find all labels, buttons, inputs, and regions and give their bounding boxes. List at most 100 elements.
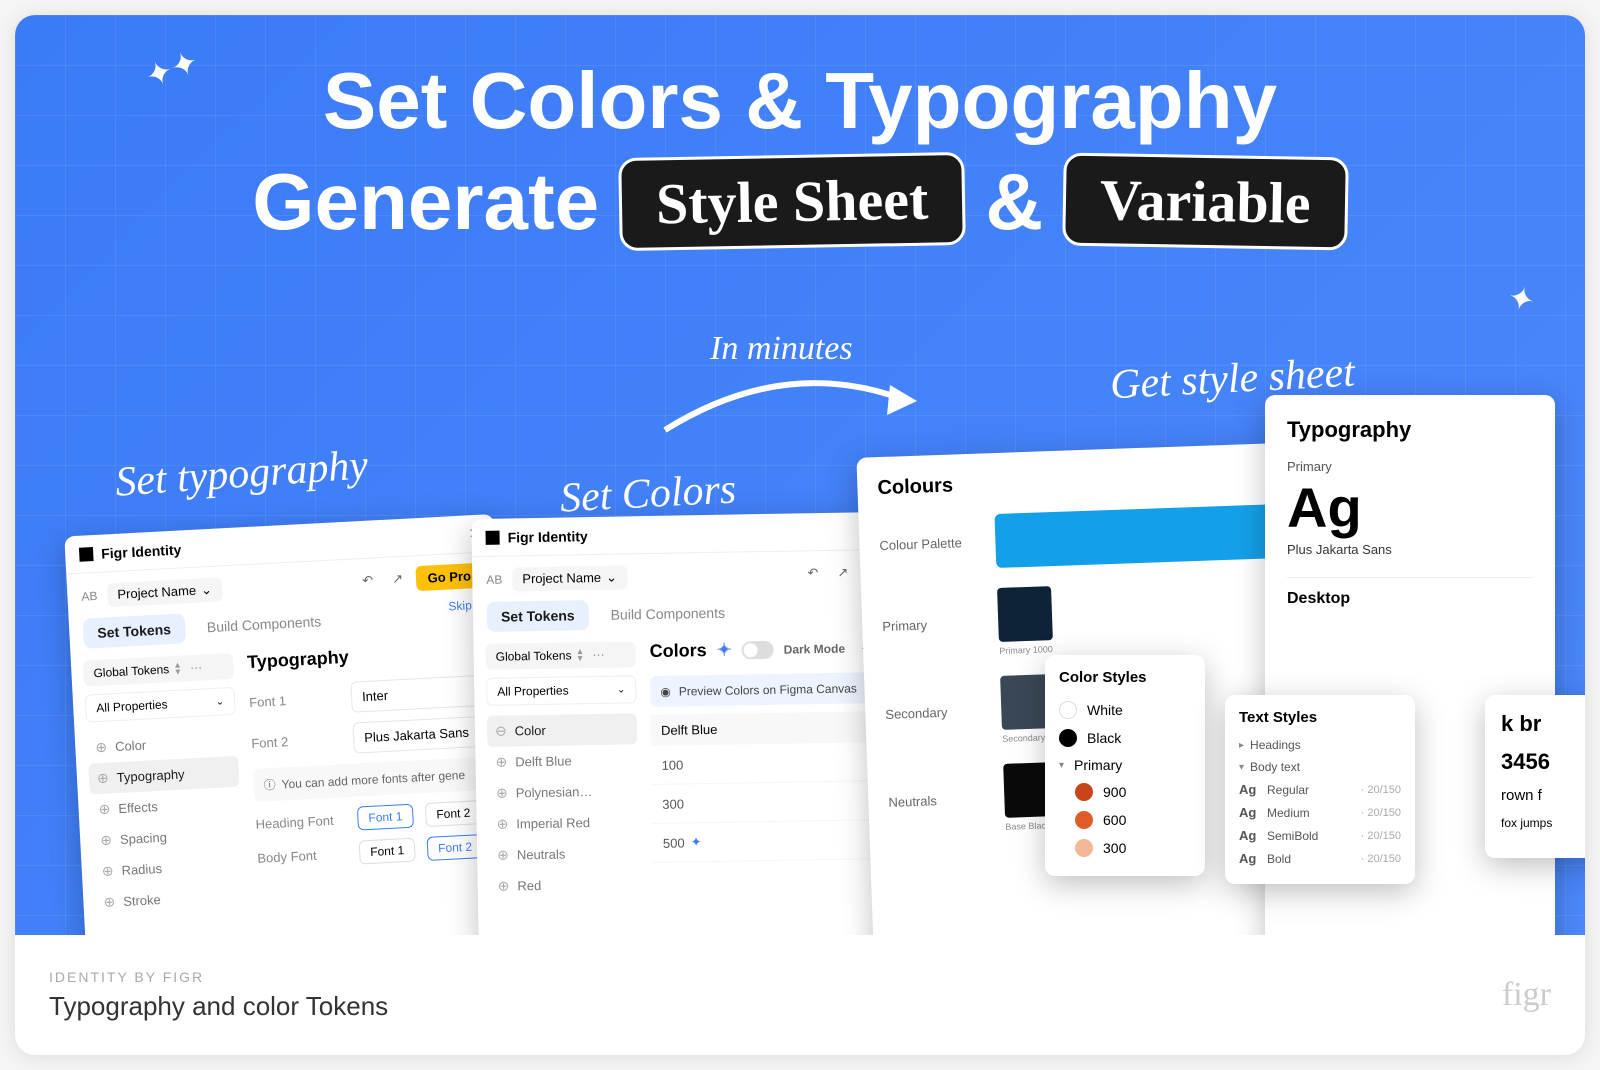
app-title: Figr Identity (507, 528, 587, 545)
font1-button[interactable]: Font 1 (357, 804, 414, 831)
global-tokens-dropdown[interactable]: Global Tokens▴▾⋯ (83, 653, 234, 687)
all-properties-dropdown[interactable]: All Properties⌄ (486, 675, 636, 706)
font2-label: Font 2 (251, 731, 342, 751)
chevron-down-icon: ⌄ (201, 581, 213, 598)
font2-button[interactable]: Font 2 (425, 800, 482, 827)
triangle-right-icon: ▸ (1239, 740, 1244, 751)
color-imperial-red[interactable]: ⊕Imperial Red (488, 806, 639, 840)
headline-amp: & (985, 156, 1043, 248)
font1-input[interactable]: Inter (350, 674, 491, 712)
sparkle-icon: ✦ (716, 640, 731, 661)
arrow-icon (655, 365, 935, 450)
headline: Set Colors & Typography Generate Style S… (15, 55, 1585, 248)
color-styles-title: Color Styles (1059, 669, 1191, 686)
heading-font-label: Heading Font (255, 812, 346, 832)
primary-label: Primary (1287, 459, 1533, 474)
font1-label: Font 1 (249, 690, 340, 710)
tab-set-tokens[interactable]: Set Tokens (487, 600, 589, 632)
colours-title: Colours (877, 463, 1278, 500)
palette-label: Colour Palette (879, 534, 979, 552)
swatch-icon (1075, 811, 1093, 829)
darkmode-label: Dark Mode (784, 641, 846, 656)
chevron-down-icon: ⌄ (606, 569, 617, 585)
headline-stylesheet-badge: Style Sheet (618, 152, 966, 251)
app-logo-icon (485, 530, 499, 544)
darkmode-toggle[interactable] (742, 640, 774, 659)
font-family-name: Plus Jakarta Sans (1287, 542, 1533, 557)
undo-icon[interactable]: ↶ (355, 568, 380, 593)
color-neutrals[interactable]: ⊕Neutrals (489, 837, 640, 871)
text-styles-title: Text Styles (1239, 709, 1401, 726)
color-style-row[interactable]: Black (1059, 724, 1191, 752)
color-red[interactable]: ⊕Red (489, 868, 640, 902)
tab-build-components[interactable]: Build Components (596, 597, 739, 629)
triangle-down-icon: ▾ (1239, 762, 1244, 773)
body-font-label: Body Font (257, 846, 348, 866)
color-polynesian[interactable]: ⊕Polynesian… (488, 775, 639, 809)
undo-icon[interactable]: ↶ (801, 561, 825, 585)
all-properties-dropdown[interactable]: All Properties⌄ (85, 687, 236, 723)
text-style-group[interactable]: ▸Headings (1239, 734, 1401, 756)
sample-line: 3456 (1501, 749, 1585, 775)
chevron-down-icon: ⌄ (215, 696, 224, 707)
ab-label: AB (486, 572, 502, 586)
typography-title: Typography (1287, 417, 1533, 443)
font2-button[interactable]: Font 2 (427, 834, 484, 861)
token-stroke[interactable]: ⊕Stroke (95, 880, 246, 919)
typography-panel: Figr Identity ✕ AB Project Name⌄ ↶ ↗ Go … (64, 514, 515, 935)
collapse-icon[interactable]: ↗ (831, 560, 855, 584)
collapse-icon[interactable]: ↗ (385, 567, 410, 592)
headline-line1: Set Colors & Typography (15, 55, 1585, 147)
color-styles-popup: Color Styles White Black ▾Primary 900 60… (1045, 655, 1205, 876)
sample-line: k br (1501, 711, 1585, 737)
text-style-row[interactable]: AgMedium· 20/150 (1239, 801, 1401, 824)
script-in-minutes: In minutes (710, 330, 853, 368)
tab-set-tokens[interactable]: Set Tokens (83, 613, 186, 648)
color-style-row[interactable]: White (1059, 696, 1191, 724)
project-dropdown[interactable]: Project Name⌄ (512, 565, 627, 591)
figr-logo: figr (1502, 976, 1551, 1014)
more-icon[interactable]: ⋯ (592, 648, 604, 662)
info-banner: ⓘYou can add more fonts after gene (253, 756, 496, 802)
swatch (1063, 586, 1065, 640)
token-color[interactable]: ⊖Color (487, 713, 638, 747)
text-style-row[interactable]: AgSemiBold· 20/150 (1239, 824, 1401, 847)
sort-icon: ▴▾ (175, 662, 181, 676)
app-logo-icon (79, 547, 94, 562)
primary-label: Primary (882, 615, 982, 633)
text-style-row[interactable]: AgRegular· 20/150 (1239, 778, 1401, 801)
hero-area: ✦✦ ✦ Set Colors & Typography Generate St… (15, 15, 1585, 935)
font2-input[interactable]: Plus Jakarta Sans (352, 715, 493, 753)
color-style-group[interactable]: ▾Primary (1059, 752, 1191, 778)
color-style-row[interactable]: 300 (1059, 834, 1191, 862)
sort-icon: ▴▾ (577, 648, 582, 662)
footer: Identity by Figr Typography and color To… (15, 935, 1585, 1055)
sample-line: rown f (1501, 787, 1585, 804)
info-icon: ⓘ (263, 776, 276, 794)
text-style-group[interactable]: ▾Body text (1239, 756, 1401, 778)
add-icon[interactable]: ✦ (691, 834, 702, 850)
footer-title: Typography and color Tokens (49, 991, 1502, 1022)
color-style-row[interactable]: 900 (1059, 778, 1191, 806)
color-delft-blue[interactable]: ⊕Delft Blue (487, 744, 638, 778)
color-style-row[interactable]: 600 (1059, 806, 1191, 834)
palette-swatch (994, 504, 1280, 568)
swatch-icon (1075, 783, 1093, 801)
project-dropdown[interactable]: Project Name⌄ (107, 577, 223, 607)
sample-line: fox jumps (1501, 816, 1585, 830)
swatch-icon (1059, 729, 1077, 747)
eye-icon: ◉ (660, 684, 671, 698)
text-style-row[interactable]: AgBold· 20/150 (1239, 847, 1401, 870)
swatch (1003, 762, 1050, 818)
desktop-label: Desktop (1287, 590, 1533, 608)
font1-button[interactable]: Font 1 (359, 838, 416, 865)
more-icon[interactable]: ⋯ (190, 661, 203, 676)
global-tokens-dropdown[interactable]: Global Tokens▴▾⋯ (485, 641, 635, 670)
swatch-icon (1059, 701, 1077, 719)
headline-generate: Generate (252, 156, 599, 248)
app-title: Figr Identity (101, 541, 182, 561)
footer-eyebrow: Identity by Figr (49, 969, 1502, 985)
secondary-label: Secondary (885, 703, 985, 721)
triangle-down-icon: ▾ (1059, 760, 1064, 771)
chevron-down-icon: ⌄ (617, 684, 626, 695)
